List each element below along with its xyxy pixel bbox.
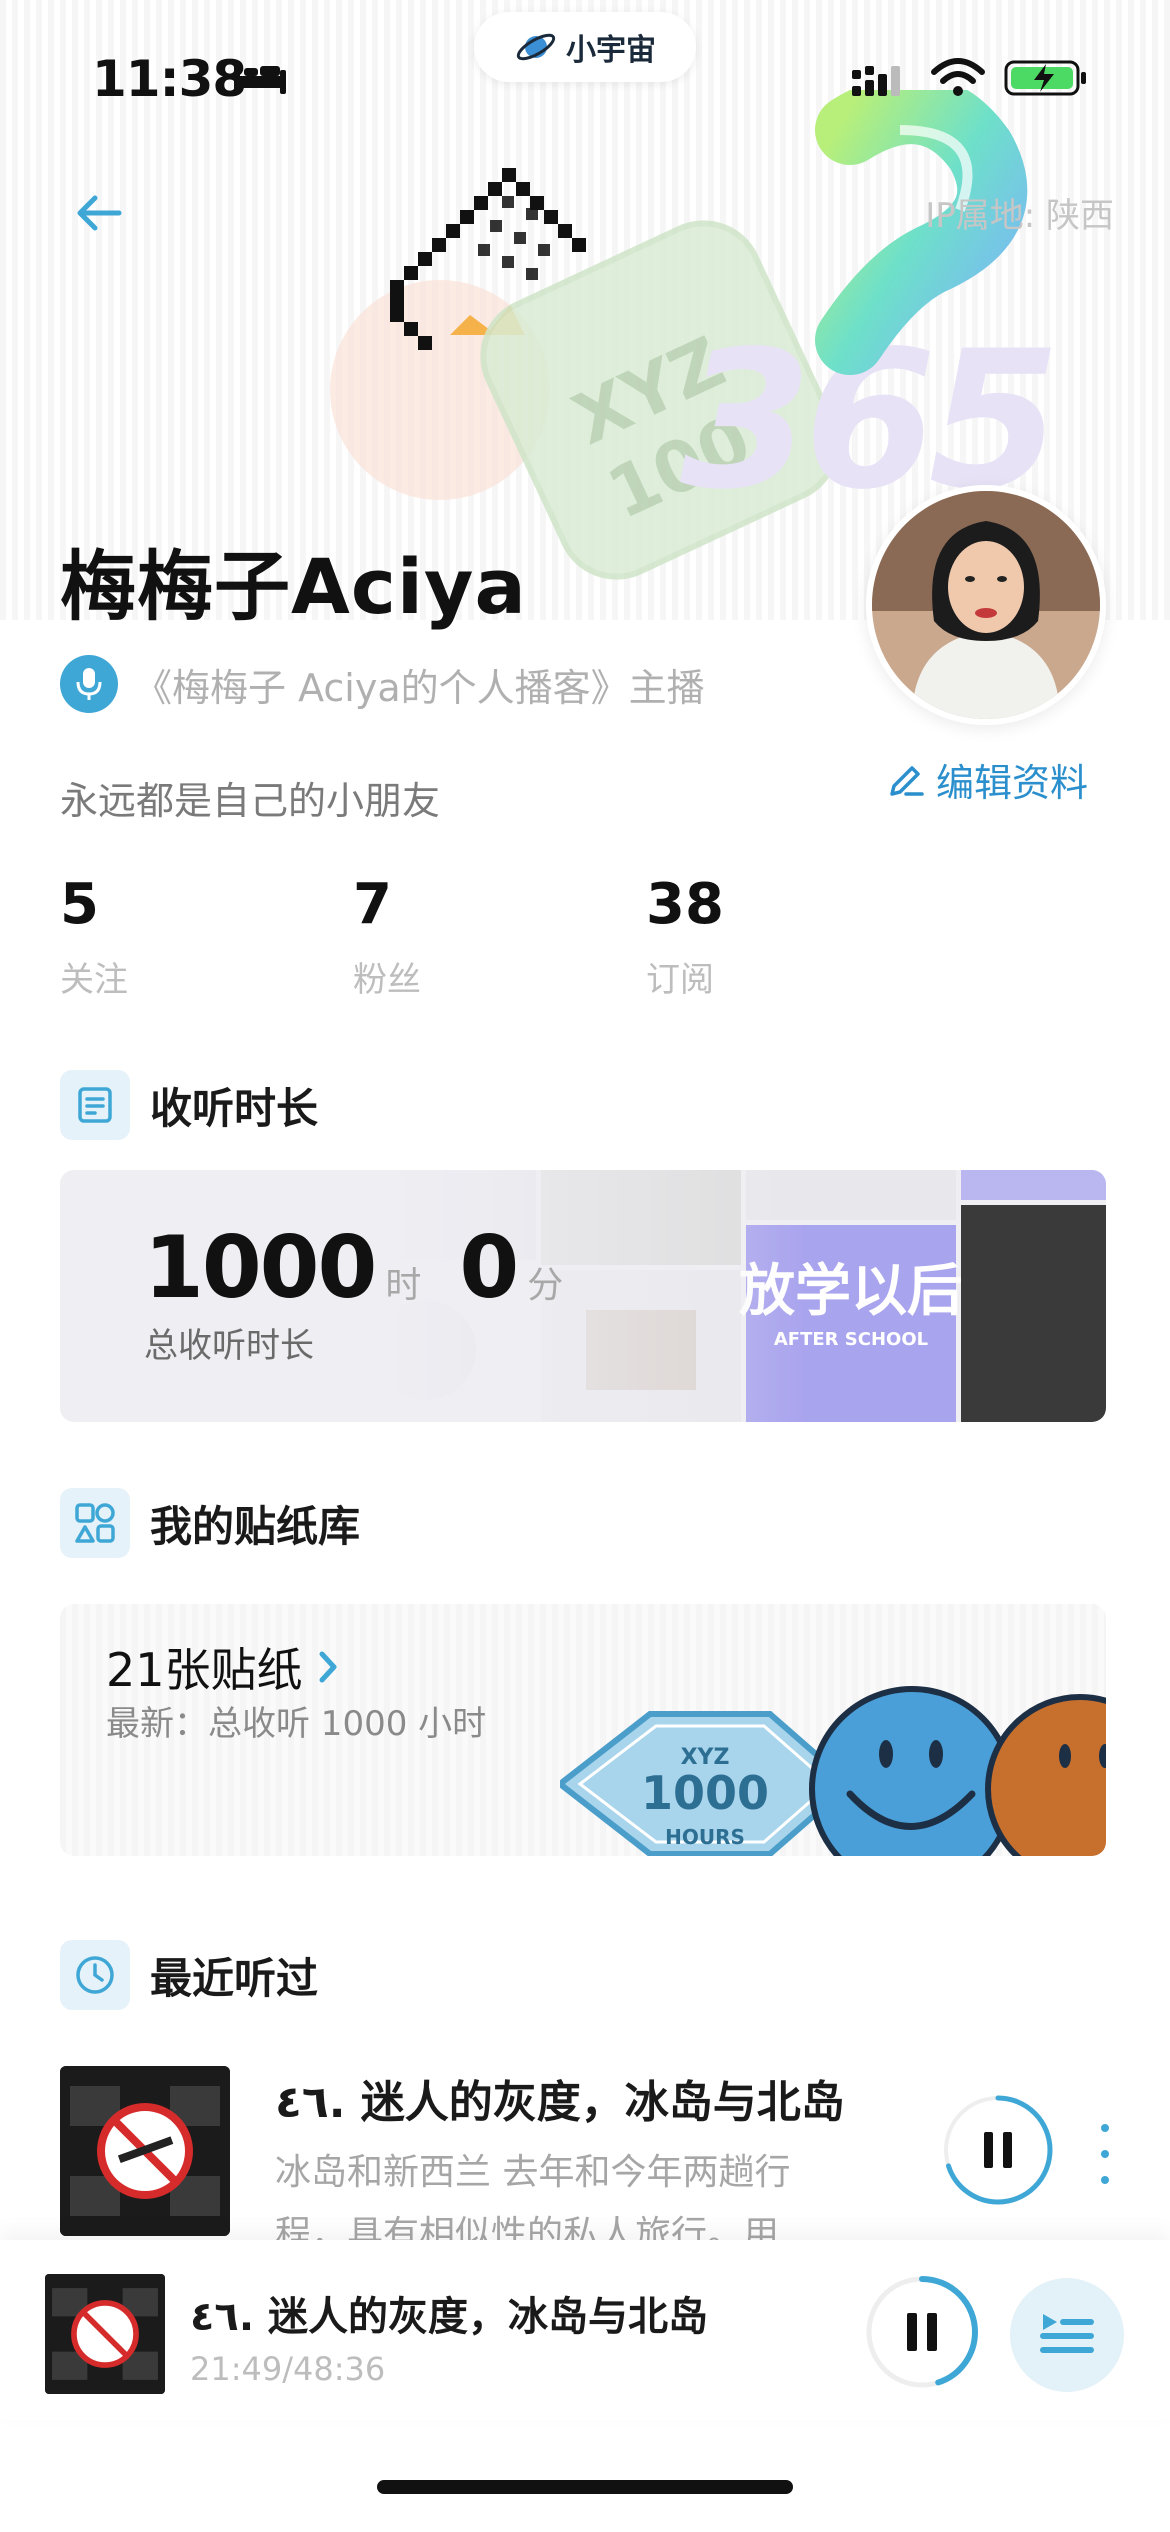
sleep-focus-icon bbox=[234, 64, 286, 94]
sticker-preview: XYZ 1000 HOURS bbox=[560, 1686, 1106, 1856]
episode-cover[interactable] bbox=[60, 2066, 230, 2236]
avatar[interactable] bbox=[866, 485, 1106, 725]
stat-subscriptions[interactable]: 38 订阅 bbox=[646, 872, 939, 1001]
sticker-count: 21张贴纸 bbox=[106, 1634, 339, 1700]
playlist-icon bbox=[1040, 2314, 1094, 2353]
chevron-right-icon bbox=[319, 1651, 337, 1683]
smiley-blue-sticker bbox=[809, 1686, 1015, 1856]
stat-followers[interactable]: 7 粉丝 bbox=[353, 872, 646, 1001]
more-options-icon[interactable] bbox=[1090, 2124, 1120, 2184]
smiley-brown-sticker bbox=[985, 1694, 1106, 1856]
section-title: 最近听过 bbox=[150, 1953, 319, 2003]
listening-time-card[interactable]: 放学以后 AFTER SCHOOL 1000 时 0 分 总收听时长 bbox=[60, 1170, 1106, 1422]
profile-bio: 永远都是自己的小朋友 bbox=[60, 779, 441, 823]
edit-pencil-icon bbox=[890, 765, 924, 796]
document-list-icon bbox=[60, 1070, 130, 1140]
profile-name: 梅梅子Aciya bbox=[60, 542, 527, 631]
status-time: 11:38 bbox=[92, 50, 247, 108]
edit-profile-button[interactable]: 编辑资料 bbox=[886, 752, 1088, 807]
edit-profile-label: 编辑资料 bbox=[936, 761, 1089, 805]
arrow-left-icon bbox=[77, 195, 122, 231]
playlist-queue-button[interactable] bbox=[1010, 2278, 1124, 2392]
listening-section-header: 收听时长 bbox=[60, 1070, 318, 1140]
stat-label: 订阅 bbox=[646, 960, 714, 1000]
2025-graphic bbox=[815, 90, 1028, 375]
listening-hours: 1000 bbox=[144, 1218, 377, 1318]
sticker-section-header: 我的贴纸库 bbox=[60, 1488, 360, 1558]
total-listening-label: 总收听时长 bbox=[144, 1326, 314, 1366]
cellular-signal-icon bbox=[852, 66, 900, 96]
pause-icon bbox=[907, 2313, 917, 2351]
app-pill-label: 小宇宙 bbox=[566, 33, 656, 68]
pause-icon bbox=[984, 2132, 993, 2168]
stat-label: 粉丝 bbox=[353, 960, 421, 1000]
stat-value: 5 bbox=[60, 872, 99, 937]
minutes-unit: 分 bbox=[527, 1265, 564, 1306]
player-cover[interactable] bbox=[45, 2274, 165, 2394]
section-title: 收听时长 bbox=[150, 1083, 319, 1133]
recent-episode-item[interactable]: ٤٦. 迷人的灰度，冰岛与北岛 冰岛和新西兰 去年和今年两趟行程，具有相似性的私… bbox=[60, 2066, 1140, 2255]
battery-charging-icon bbox=[1004, 60, 1086, 96]
stat-value: 7 bbox=[353, 872, 392, 937]
latest-sticker: 最新：总收听 1000 小时 bbox=[106, 1704, 487, 1744]
app-pill[interactable]: 小宇宙 bbox=[474, 12, 696, 82]
clock-icon bbox=[60, 1940, 130, 2010]
shapes-icon bbox=[60, 1488, 130, 1558]
player-pause-button[interactable] bbox=[864, 2274, 980, 2390]
sticker-library-card[interactable]: 21张贴纸 最新：总收听 1000 小时 XYZ 1000 HOURS bbox=[60, 1604, 1106, 1856]
avatar-photo bbox=[872, 491, 1100, 719]
episode-pause-button[interactable] bbox=[942, 2094, 1054, 2206]
sticker-count-label: 21张贴纸 bbox=[106, 1643, 303, 1697]
badge-bottom-text: HOURS bbox=[665, 1825, 745, 1849]
profile-stats: 5 关注 7 粉丝 38 订阅 bbox=[60, 872, 939, 1001]
podcast-host-row[interactable]: 《梅梅子 Aciya的个人播客》主播 bbox=[60, 655, 705, 713]
player-title: ٤٦. 迷人的灰度，冰岛与北岛 bbox=[190, 2294, 708, 2340]
episode-title: ٤٦. 迷人的灰度，冰岛与北岛 bbox=[275, 2077, 845, 2128]
podcast-host-text: 《梅梅子 Aciya的个人播客》主播 bbox=[134, 665, 705, 710]
section-title: 我的贴纸库 bbox=[150, 1501, 361, 1551]
total-listening-value: 1000 时 0 分 bbox=[144, 1218, 591, 1318]
hours-badge-sticker: XYZ 1000 HOURS bbox=[560, 1711, 855, 1856]
player-time: 21:49/48:36 bbox=[190, 2350, 386, 2388]
hours-unit: 时 bbox=[385, 1265, 422, 1306]
microphone-icon bbox=[60, 655, 118, 713]
stat-label: 关注 bbox=[60, 960, 128, 1000]
badge-mid-text: 1000 bbox=[641, 1766, 769, 1820]
listening-minutes: 0 bbox=[459, 1218, 519, 1318]
mini-player[interactable]: ٤٦. 迷人的灰度，冰岛与北岛 21:49/48:36 bbox=[0, 2240, 1170, 2420]
home-indicator bbox=[377, 2480, 793, 2494]
recent-section-header: 最近听过 bbox=[60, 1940, 318, 2010]
stat-following[interactable]: 5 关注 bbox=[60, 872, 353, 1001]
planet-icon bbox=[516, 33, 556, 61]
wifi-icon bbox=[931, 58, 985, 96]
stat-value: 38 bbox=[646, 872, 724, 937]
back-button[interactable] bbox=[64, 178, 134, 248]
ip-location: IP属地: 陕西 bbox=[925, 196, 1114, 236]
